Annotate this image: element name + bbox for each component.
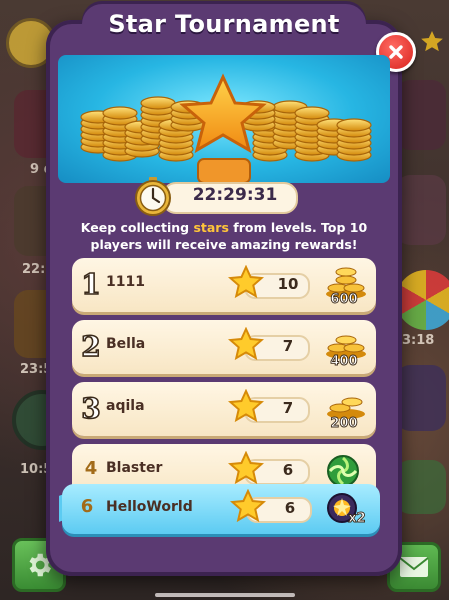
rank-number: 1 <box>80 267 101 302</box>
coin-pile-illustration <box>80 73 372 183</box>
reward-multiplier: x2 <box>348 511 366 527</box>
star-count: 6 <box>282 461 294 479</box>
desc-text: Keep collecting <box>80 220 194 235</box>
clock-icon <box>135 177 171 216</box>
desc-highlight: stars <box>193 220 229 235</box>
current-player-row: 6 HelloWorld 6 x2 <box>62 484 380 534</box>
panel-title: Star Tournament <box>108 10 340 38</box>
desc-text: players will receive amazing rewards! <box>90 237 358 252</box>
close-icon <box>389 45 403 59</box>
bg-timer: 3:18 <box>402 333 435 348</box>
star-icon <box>228 389 264 423</box>
bg-event-tile <box>396 175 446 245</box>
player-name: HelloWorld <box>106 499 193 515</box>
mail-icon <box>399 557 429 577</box>
rank-number: 2 <box>80 329 101 364</box>
bg-event-tile <box>396 365 446 431</box>
tournament-description: Keep collecting stars from levels. Top 1… <box>66 219 382 253</box>
star-icon <box>230 489 266 523</box>
player-name: Bella <box>106 336 146 352</box>
reward-amount: 200 <box>330 416 358 432</box>
star-icon <box>228 327 264 361</box>
star-count: 6 <box>284 499 296 517</box>
star-icon <box>228 265 264 299</box>
rank-number: 6 <box>80 496 94 517</box>
player-name: 1111 <box>106 274 145 290</box>
star-count: 7 <box>282 399 294 417</box>
bg-timer: 22: <box>22 262 46 277</box>
player-name: aqila <box>106 398 145 414</box>
home-indicator <box>155 593 295 597</box>
reward-amount: 400 <box>330 354 358 370</box>
leaderboard-row: 2 Bella 7 400 <box>72 320 376 374</box>
leaderboard-row: 1 1111 10 600 <box>72 258 376 312</box>
player-name: Blaster <box>106 460 163 476</box>
bg-wheel <box>396 270 449 330</box>
bg-event-tile <box>396 80 446 150</box>
desc-text: from levels. Top 10 <box>228 220 368 235</box>
rank-number: 4 <box>84 458 98 479</box>
star-icon <box>228 451 264 485</box>
leaderboard-row: 3 aqila 7 200 <box>72 382 376 436</box>
rank-number: 3 <box>80 391 101 426</box>
reward-amount: 600 <box>330 292 358 308</box>
countdown-timer: 22:29:31 <box>192 185 278 205</box>
star-count: 7 <box>282 337 294 355</box>
star-count: 10 <box>277 275 299 293</box>
bg-event-tile <box>396 460 446 514</box>
star-icon <box>179 73 267 154</box>
star-icon <box>421 31 443 52</box>
tournament-banner <box>58 55 390 183</box>
green-booster-icon <box>327 455 359 487</box>
